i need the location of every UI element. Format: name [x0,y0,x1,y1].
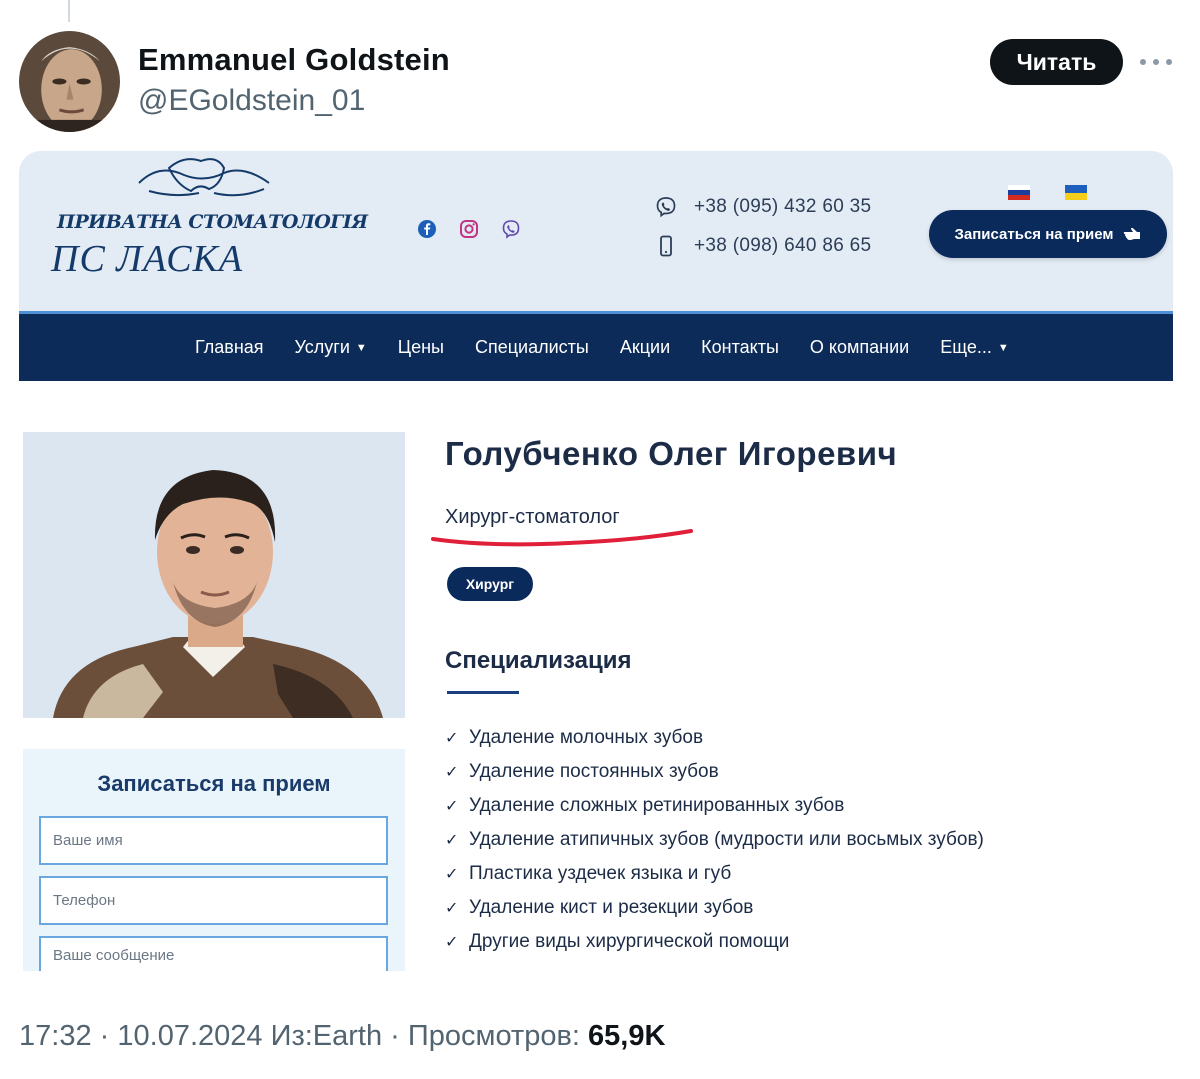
pointing-hand-icon [1124,227,1141,240]
viber-icon[interactable] [501,219,521,239]
views-label: Просмотров: [407,1020,580,1052]
instagram-icon[interactable] [459,219,479,239]
list-item-text: Другие виды хирургической помощи [469,931,790,952]
nav-item-prices[interactable]: Цены [398,337,444,358]
nav-item-label: Специалисты [474,337,589,357]
author-name[interactable]: Emmanuel Goldstein [138,42,450,78]
mobile-phone-icon [654,234,678,258]
list-item-text: Удаление молочных зубов [469,727,704,748]
site-header: ПРИВАТНА СТОМАТОЛОГІЯ ПС ЛАСКА +38 (095)… [19,151,1173,311]
list-item-text: Удаление атипичных зубов (мудрости или в… [469,829,984,850]
list-item: ✓ Удаление атипичных зубов (мудрости или … [445,823,984,857]
list-item: ✓ Пластика уздечек языка и губ [445,857,984,891]
nav-item-contacts[interactable]: Контакты [701,337,779,358]
checkmark-icon: ✓ [445,866,459,883]
form-title: Записаться на прием [97,771,331,796]
tweet-metadata: 17:32 · 10.07.2024 Из:Earth · Просмотров… [19,1020,665,1053]
logo-line-2: ПС ЛАСКА [51,238,244,280]
checkmark-icon: ✓ [445,730,459,747]
checkmark-icon: ✓ [445,832,459,849]
viber-phone-icon [654,195,678,219]
chevron-down-icon: ▼ [997,341,1009,354]
list-item: ✓ Другие виды хирургической помощи [445,925,984,959]
specialization-list: ✓ Удаление молочных зубов ✓ Удаление посто… [445,721,984,959]
book-appointment-button[interactable]: Записаться на прием [929,210,1167,258]
phone-input[interactable]: Телефон [39,876,388,925]
red-underline-annotation [431,529,693,547]
nav-item-label: Услуги [294,337,350,357]
thread-line [68,0,70,22]
attached-screenshot[interactable]: ПРИВАТНА СТОМАТОЛОГІЯ ПС ЛАСКА +38 (095)… [19,151,1173,971]
list-item: ✓ Удаление кист и резекции зубов [445,891,984,925]
more-options-icon[interactable] [1140,50,1172,74]
nav-item-services[interactable]: Услуги ▼ [295,337,367,358]
facebook-icon[interactable] [417,219,437,239]
nav-item-promotions[interactable]: Акции [620,337,670,358]
clinic-logo[interactable]: ПРИВАТНА СТОМАТОЛОГІЯ ПС ЛАСКА [49,151,368,311]
doctor-photo [23,432,405,718]
nav-item-label: Контакты [701,337,779,357]
tweet-location: Из:Earth [270,1020,383,1052]
doctor-name: Голубченко Олег Игоревич [445,435,898,472]
tweet-time[interactable]: 17:32 [19,1020,92,1052]
nav-item-label: О компании [809,337,910,357]
logo-line-1: ПРИВАТНА СТОМАТОЛОГІЯ [57,211,368,233]
author-avatar[interactable] [19,31,120,132]
list-item: ✓ Удаление молочных зубов [445,721,984,755]
phone-number-1[interactable]: +38 (095) 432 60 35 [694,196,871,218]
checkmark-icon: ✓ [445,764,459,781]
appointment-form: Записаться на прием Ваше имя Телефон Ваш… [23,749,405,971]
meta-separator: · [390,1020,400,1052]
views-count[interactable]: 65,9K [588,1020,665,1052]
list-item: ✓ Удаление сложных ретинированных зубов [445,789,984,823]
phone-number-2[interactable]: +38 (098) 640 86 65 [694,235,871,257]
logo-hands-tooth-icon [138,158,270,197]
nav-item-about[interactable]: О компании [810,337,909,358]
specialization-divider [447,691,519,694]
nav-item-specialists[interactable]: Специалисты [475,337,589,358]
name-input[interactable]: Ваше имя [39,816,388,865]
specialty-tag[interactable]: Хирург [447,567,533,601]
meta-separator: · [99,1020,110,1052]
nav-item-label: Цены [397,337,444,357]
author-handle[interactable]: @EGoldstein_01 [138,84,365,118]
specialization-heading: Специализация [445,647,632,674]
ukrainian-flag-icon[interactable] [1065,185,1087,200]
chevron-down-icon: ▼ [355,341,367,354]
follow-button[interactable]: Читать [990,39,1123,85]
list-item-text: Пластика уздечек языка и губ [469,863,732,884]
list-item-text: Удаление сложных ретинированных зубов [469,795,845,816]
main-navigation: Главная Услуги ▼ Цены Специалисты Акции К… [19,311,1173,381]
nav-item-home[interactable]: Главная [195,337,264,358]
nav-item-label: Главная [195,337,264,357]
list-item-text: Удаление кист и резекции зубов [469,897,754,918]
russian-flag-icon[interactable] [1008,185,1030,200]
nav-item-label: Еще... [940,337,992,357]
message-input[interactable]: Ваше сообщение [39,936,388,971]
checkmark-icon: ✓ [445,798,459,815]
tweet-date[interactable]: 10.07.2024 [117,1020,262,1052]
checkmark-icon: ✓ [445,900,459,917]
list-item-text: Удаление постоянных зубов [469,761,719,782]
list-item: ✓ Удаление постоянных зубов [445,755,984,789]
nav-item-more[interactable]: Еще... ▼ [940,337,1009,358]
checkmark-icon: ✓ [445,934,459,951]
book-appointment-label: Записаться на прием [954,225,1114,243]
nav-item-label: Акции [619,337,671,357]
